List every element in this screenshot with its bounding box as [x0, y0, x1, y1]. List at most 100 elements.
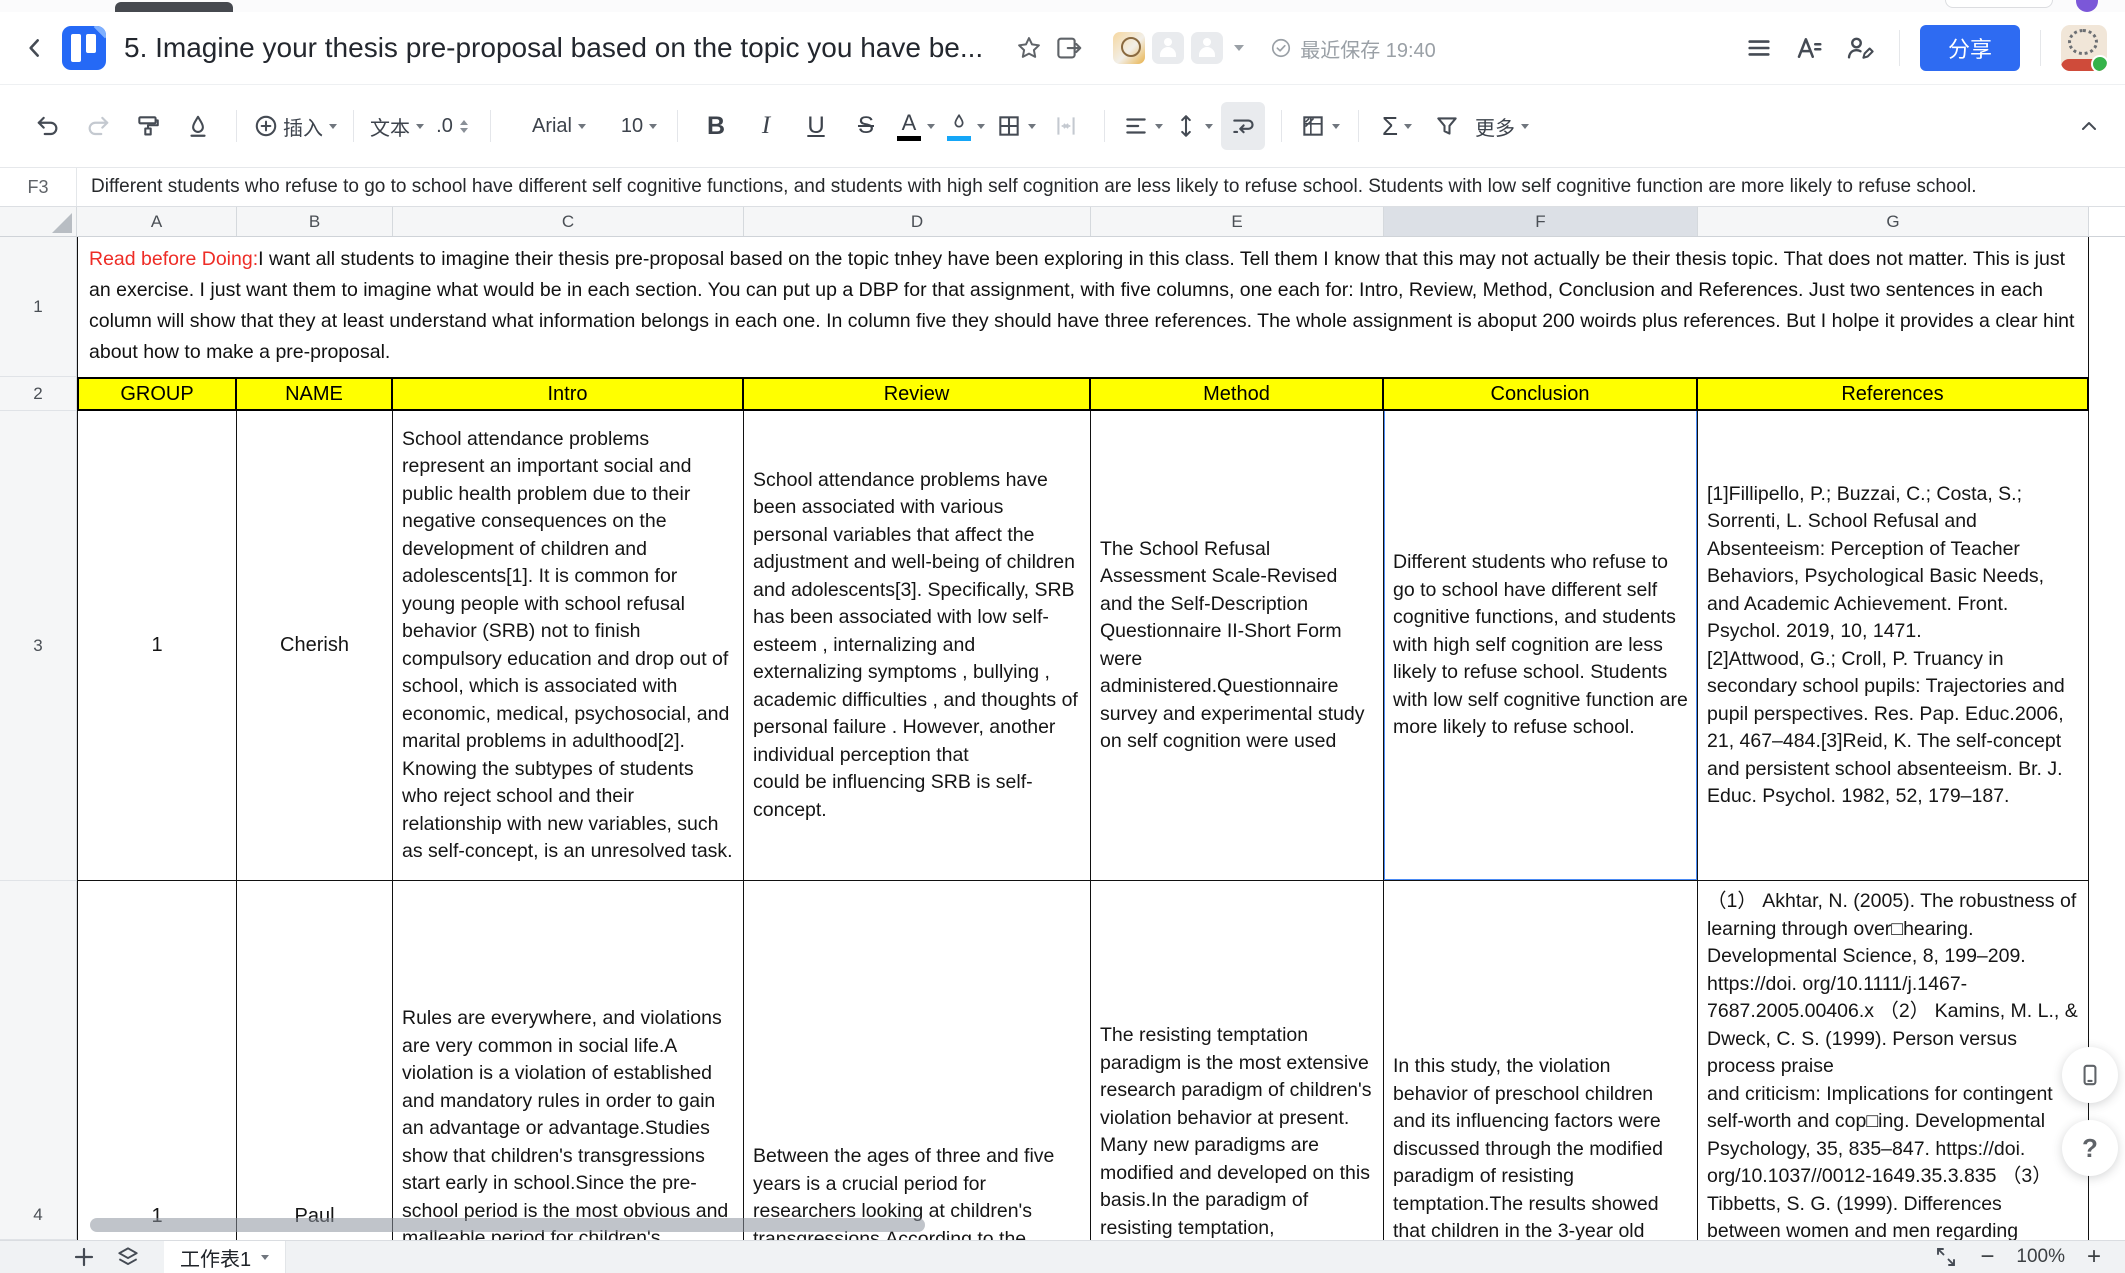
collaborator-avatar[interactable] — [1152, 32, 1184, 64]
move-to-folder-icon[interactable] — [1049, 28, 1089, 68]
assign-user-icon[interactable] — [1839, 28, 1879, 68]
column-headers: A B C D E F G — [0, 207, 2125, 237]
freeze-panes-button[interactable] — [1298, 102, 1342, 150]
collaborator-avatar[interactable] — [1113, 32, 1145, 64]
stepper-arrows-icon[interactable] — [460, 120, 468, 133]
horizontal-align-button[interactable] — [1121, 102, 1165, 150]
cell-d4[interactable]: Between the ages of three and five years… — [744, 881, 1091, 1240]
cell-e4[interactable]: The resisting temptation paradigm is the… — [1091, 881, 1384, 1240]
cell-c4[interactable]: Rules are everywhere, and violations are… — [393, 881, 744, 1240]
star-icon[interactable] — [1009, 28, 1049, 68]
sheet-tab-chevron-icon[interactable] — [261, 1255, 269, 1260]
cell-b2[interactable]: NAME — [237, 377, 393, 411]
horizontal-scrollbar[interactable] — [90, 1218, 925, 1232]
format-painter-icon[interactable] — [126, 102, 170, 150]
font-family-select[interactable]: Arial — [507, 102, 611, 150]
chevron-down-icon — [1028, 124, 1036, 129]
filter-button[interactable] — [1425, 102, 1469, 150]
back-icon[interactable] — [20, 33, 50, 63]
row-header-4[interactable]: 4 — [0, 881, 77, 1240]
browser-profile-icon[interactable] — [2076, 0, 2098, 12]
column-header-g[interactable]: G — [1698, 207, 2089, 236]
fullscreen-icon[interactable] — [1934, 1245, 1958, 1269]
cell-a1-instructions[interactable]: Read before Doing:I want all students to… — [77, 237, 2089, 377]
account-avatar[interactable] — [2061, 25, 2107, 71]
font-size-select[interactable]: 10 — [617, 102, 661, 150]
toolbar: 插入 文本 .0 Arial 10 B I U S A — [0, 85, 2125, 168]
cell-f3-selected[interactable]: Different students who refuse to go to s… — [1384, 411, 1698, 881]
cell-c3[interactable]: School attendance problems represent an … — [393, 411, 744, 881]
collaborator-avatars[interactable] — [1113, 32, 1244, 64]
app-logo-icon[interactable] — [62, 26, 106, 70]
cell-f4[interactable]: In this study, the violation behavior of… — [1384, 881, 1698, 1240]
cell-a2[interactable]: GROUP — [77, 377, 237, 411]
save-status: 最近保存 19:40 — [1270, 34, 1436, 63]
row-header-3[interactable]: 3 — [0, 411, 77, 881]
column-header-a[interactable]: A — [77, 207, 237, 236]
cell-d2[interactable]: Review — [744, 377, 1091, 411]
divider — [2040, 30, 2041, 66]
row-header-2[interactable]: 2 — [0, 377, 77, 411]
redo-icon[interactable] — [76, 102, 120, 150]
collaborator-avatar[interactable] — [1191, 32, 1223, 64]
decimal-places-stepper[interactable]: .0 — [430, 102, 474, 150]
collapse-toolbar-icon[interactable] — [2067, 102, 2111, 150]
zoom-out-button[interactable]: − — [1980, 1245, 1994, 1269]
cell-c2[interactable]: Intro — [393, 377, 744, 411]
bold-button[interactable]: B — [694, 102, 738, 150]
column-header-c[interactable]: C — [393, 207, 744, 236]
help-button[interactable]: ? — [2062, 1120, 2118, 1176]
cell-g4[interactable]: （1） Akhtar, N. (2005). The robustness of… — [1698, 881, 2089, 1240]
add-sheet-icon[interactable] — [62, 1241, 106, 1273]
cell-e2[interactable]: Method — [1091, 377, 1384, 411]
borders-button[interactable] — [994, 102, 1038, 150]
formula-input[interactable]: Different students who refuse to go to s… — [77, 168, 2125, 206]
name-box[interactable]: F3 — [0, 168, 77, 206]
cell-a4[interactable]: 1 — [77, 881, 237, 1240]
row-header-1[interactable]: 1 — [0, 237, 77, 377]
select-all-corner[interactable] — [0, 207, 77, 236]
merge-cells-button[interactable] — [1044, 102, 1088, 150]
fill-color-button[interactable] — [944, 102, 988, 150]
document-title[interactable]: 5. Imagine your thesis pre-proposal base… — [124, 32, 983, 64]
mobile-view-button[interactable] — [2062, 1047, 2118, 1103]
zoom-level[interactable]: 100% — [2016, 1246, 2065, 1268]
cell-b4[interactable]: Paul — [237, 881, 393, 1240]
titlebar: 5. Imagine your thesis pre-proposal base… — [0, 12, 2125, 85]
text-tools-icon[interactable] — [1789, 28, 1829, 68]
cell-b3[interactable]: Cherish — [237, 411, 393, 881]
menu-icon[interactable] — [1739, 28, 1779, 68]
vertical-align-button[interactable] — [1171, 102, 1215, 150]
cell-f2[interactable]: Conclusion — [1384, 377, 1698, 411]
column-header-e[interactable]: E — [1091, 207, 1384, 236]
cell-g2[interactable]: References — [1698, 377, 2089, 411]
divider — [1104, 110, 1105, 142]
wrap-text-button[interactable] — [1221, 102, 1265, 150]
italic-button[interactable]: I — [744, 102, 788, 150]
font-color-swatch — [897, 136, 921, 141]
browser-tab[interactable] — [115, 2, 233, 12]
underline-button[interactable]: U — [794, 102, 838, 150]
strikethrough-button[interactable]: S — [844, 102, 888, 150]
insert-button[interactable]: 插入 — [253, 102, 337, 150]
clear-format-icon[interactable] — [176, 102, 220, 150]
avatars-chevron-down-icon[interactable] — [1234, 45, 1244, 51]
cell-a3[interactable]: 1 — [77, 411, 237, 881]
sheet-list-icon[interactable] — [106, 1241, 150, 1273]
cell-g3[interactable]: [1]Fillipello, P.; Buzzai, C.; Costa, S.… — [1698, 411, 2089, 881]
sheet-tab-active[interactable]: 工作表1 — [164, 1241, 286, 1273]
font-color-button[interactable]: A — [894, 102, 938, 150]
undo-icon[interactable] — [26, 102, 70, 150]
column-header-f[interactable]: F — [1384, 207, 1698, 236]
text-format-dropdown[interactable]: 文本 — [370, 102, 424, 150]
sum-button[interactable]: Σ — [1375, 102, 1419, 150]
share-button[interactable]: 分享 — [1920, 25, 2020, 71]
spreadsheet-grid: 1 Read before Doing:I want all students … — [0, 237, 2125, 1240]
cell-d3[interactable]: School attendance problems have been ass… — [744, 411, 1091, 881]
zoom-in-button[interactable]: + — [2087, 1245, 2101, 1269]
divider — [1281, 110, 1282, 142]
column-header-d[interactable]: D — [744, 207, 1091, 236]
more-button[interactable]: 更多 — [1475, 102, 1529, 150]
cell-e3[interactable]: The School Refusal Assessment Scale-Revi… — [1091, 411, 1384, 881]
column-header-b[interactable]: B — [237, 207, 393, 236]
